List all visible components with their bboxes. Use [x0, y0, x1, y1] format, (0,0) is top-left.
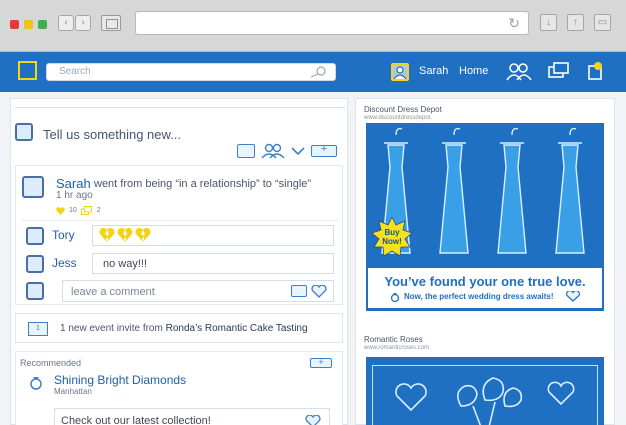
comment-tools	[291, 285, 327, 298]
close-window-button[interactable]	[10, 20, 19, 29]
event-prefix: 1 new event invite from	[60, 323, 163, 334]
commenter-avatar	[26, 282, 44, 300]
ad-subline: Now, the perfect wedding dress awaits!	[404, 292, 554, 301]
diamond-ring-icon	[30, 377, 42, 390]
reload-icon[interactable]: ↻	[508, 15, 520, 31]
event-invite[interactable]: 1 1 new event invite from Ronda’s Romant…	[15, 313, 343, 343]
header-user-name[interactable]: Sarah	[419, 65, 448, 77]
composer-input[interactable]: Tell us something new...	[43, 127, 181, 142]
comment-compose-row: leave a comment	[22, 280, 338, 302]
commenter-avatar[interactable]	[26, 227, 44, 245]
post-timestamp: 1 hr ago	[56, 190, 93, 201]
ad-title[interactable]: Romantic Roses	[364, 335, 423, 344]
ad-text-panel: You’ve found your one true love. Now, th…	[368, 268, 602, 308]
ad-url[interactable]: www.discountdressdepot.	[364, 115, 432, 121]
roses-ad-frame	[372, 365, 598, 425]
post-author-avatar[interactable]	[22, 176, 44, 198]
recommended-post-text: Check out our latest collection!	[61, 415, 211, 425]
forward-button[interactable]: ›	[75, 15, 91, 31]
comment-row: Jess no way!!!	[22, 253, 338, 275]
heart-outline-icon[interactable]	[305, 415, 321, 425]
search-input[interactable]: Search	[46, 63, 336, 81]
post-button[interactable]	[311, 143, 337, 157]
home-link[interactable]: Home	[459, 65, 488, 77]
calendar-icon: 1	[28, 322, 48, 336]
tab-overview-button[interactable]	[101, 15, 121, 31]
ad-title[interactable]: Discount Dress Depot	[364, 105, 442, 114]
event-invite-text: 1 new event invite from Ronda’s Romantic…	[60, 323, 308, 334]
recommended-label: Recommended	[20, 358, 82, 368]
browser-chrome: ‹ › ↻ ↓ ↑ ▭	[0, 0, 626, 52]
app-header: Search Sarah Home	[0, 52, 626, 92]
search-placeholder: Search	[59, 66, 91, 77]
user-avatar[interactable]	[391, 63, 409, 81]
chevron-down-icon[interactable]	[291, 146, 305, 156]
maximize-window-button[interactable]	[38, 20, 47, 29]
comment-bubble: no way!!!	[92, 253, 334, 274]
main-content: Tell us something new... Sarah went from…	[0, 92, 626, 425]
recommended-location: Manhattan	[54, 387, 92, 396]
ads-sidebar: Discount Dress Depot www.discountdressde…	[355, 98, 615, 425]
recommended-section: Recommended + Shining Bright Diamonds Ma…	[15, 351, 343, 425]
camera-icon[interactable]	[291, 285, 307, 297]
download-icon[interactable]: ↓	[540, 14, 557, 31]
site-logo[interactable]	[18, 61, 37, 80]
broken-heart-icon	[135, 228, 151, 242]
messages-icon[interactable]	[548, 61, 570, 81]
divider	[22, 220, 338, 221]
back-button[interactable]: ‹	[58, 15, 74, 31]
heart-outline-icon	[566, 291, 580, 302]
ad-url[interactable]: www.romanticroses.com	[364, 345, 429, 351]
comment-row: Tory	[22, 225, 338, 247]
post-reactions: 10 2	[56, 206, 101, 215]
notifications-icon[interactable]	[588, 61, 604, 81]
tag-friends-icon[interactable]	[261, 143, 285, 159]
address-bar[interactable]: ↻	[135, 11, 529, 35]
commenter-name[interactable]: Tory	[52, 228, 75, 242]
divider	[15, 107, 345, 108]
ad-headline: You’ve found your one true love.	[384, 274, 586, 289]
ring-icon	[390, 293, 400, 302]
tabs-icon[interactable]: ▭	[594, 14, 611, 31]
like-count: 10	[69, 207, 77, 214]
search-icon[interactable]	[309, 66, 327, 78]
heart-outline-icon[interactable]	[311, 285, 327, 298]
minimize-window-button[interactable]	[24, 20, 33, 29]
broken-heart-icon	[99, 228, 115, 242]
camera-icon[interactable]	[237, 144, 255, 158]
share-count-icon[interactable]	[80, 206, 93, 215]
roses-ad-banner[interactable]	[366, 357, 604, 425]
comment-input[interactable]: leave a comment	[62, 280, 334, 302]
feed-post: Sarah went from being “in a relationship…	[15, 165, 343, 305]
add-recommendation-button[interactable]: +	[310, 358, 332, 368]
badge-line-1: Buy	[384, 228, 400, 237]
comment-placeholder: leave a comment	[71, 286, 155, 298]
broken-hearts	[99, 228, 151, 242]
post-status-text: went from being “in a relationship” to “…	[94, 178, 312, 190]
chevron-right-icon: ›	[81, 17, 85, 28]
composer-avatar	[15, 123, 33, 141]
dress-ad-banner[interactable]: Buy Now! You’ve found your one true love…	[366, 123, 604, 311]
share-count: 2	[96, 207, 101, 214]
roses-illustration	[395, 377, 575, 425]
user-avatar-icon	[393, 66, 407, 80]
buy-now-badge[interactable]: Buy Now!	[372, 217, 412, 257]
recommended-post[interactable]: Check out our latest collection!	[54, 408, 330, 425]
post-author-name[interactable]: Sarah	[56, 176, 91, 191]
commenter-avatar[interactable]	[26, 255, 44, 273]
broken-heart-icon	[117, 228, 133, 242]
comment-text: no way!!!	[103, 258, 148, 270]
heart-icon[interactable]	[56, 206, 65, 215]
news-feed: Tell us something new... Sarah went from…	[10, 98, 348, 425]
badge-line-2: Now!	[382, 237, 402, 246]
commenter-name[interactable]: Jess	[52, 256, 77, 270]
event-name[interactable]: Ronda’s Romantic Cake Tasting	[166, 323, 308, 334]
chevron-left-icon: ‹	[64, 17, 68, 28]
comment-bubble	[92, 225, 334, 246]
friends-icon[interactable]	[506, 61, 532, 81]
share-icon[interactable]: ↑	[567, 14, 584, 31]
recommended-page-name[interactable]: Shining Bright Diamonds	[54, 373, 186, 387]
composer-toolbar	[237, 143, 337, 159]
